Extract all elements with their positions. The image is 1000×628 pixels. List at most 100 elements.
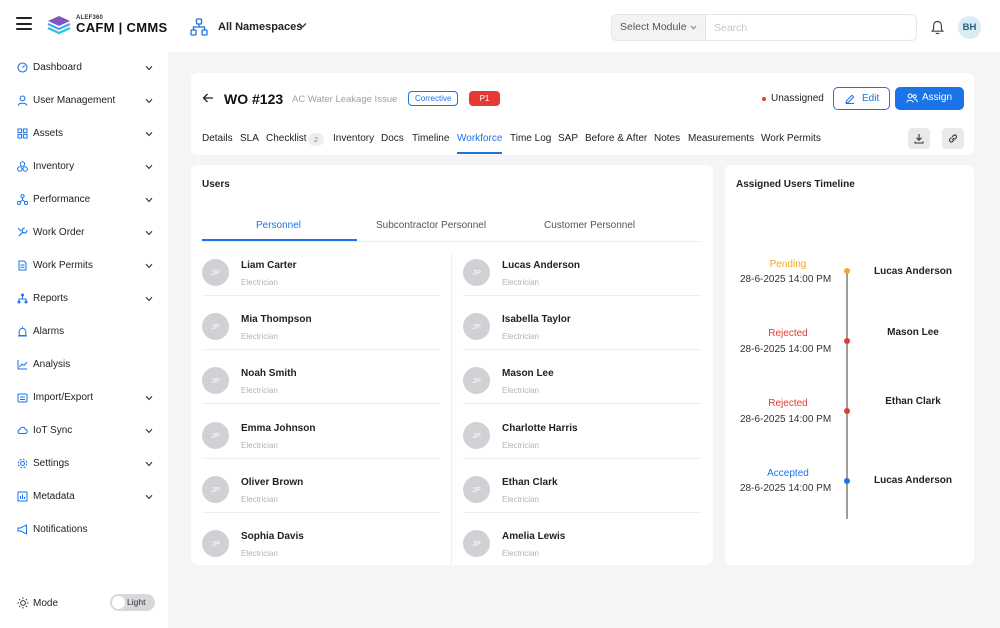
person-name: Emma Johnson xyxy=(241,423,316,434)
row-divider xyxy=(463,458,701,459)
download-icon xyxy=(914,134,924,144)
avatar: JP xyxy=(463,367,490,394)
tab-before-after[interactable]: Before & After xyxy=(585,133,647,144)
row-divider xyxy=(202,512,440,513)
person-role: Electrician xyxy=(502,386,539,395)
tab-personnel[interactable]: Personnel xyxy=(256,220,301,231)
sidebar-item-alarms[interactable]: Alarms xyxy=(17,322,159,342)
sidebar-item-reports[interactable]: Reports xyxy=(17,289,159,309)
grid-icon xyxy=(17,128,28,139)
sun-icon xyxy=(17,597,29,609)
chevron-down-icon xyxy=(145,494,153,500)
list-item[interactable]: JP Emma Johnson Electrician xyxy=(202,420,440,474)
chevron-down-icon xyxy=(145,395,153,401)
sidebar-item-iot-sync[interactable]: IoT Sync xyxy=(17,421,159,441)
chevron-down-icon xyxy=(145,164,153,170)
sidebar-item-label: Inventory xyxy=(33,161,75,172)
person-role: Electrician xyxy=(241,441,278,450)
chevron-down-icon xyxy=(145,197,153,203)
list-item[interactable]: JP Amelia Lewis Electrician xyxy=(463,528,701,582)
sidebar-item-work-permits[interactable]: Work Permits xyxy=(17,256,159,276)
bell-icon[interactable] xyxy=(931,20,944,35)
list-item[interactable]: JP Lucas Anderson Electrician xyxy=(463,257,701,311)
tab-measurements[interactable]: Measurements xyxy=(688,133,754,144)
sidebar-item-assets[interactable]: Assets xyxy=(17,124,159,144)
tab-timeline[interactable]: Timeline xyxy=(412,133,449,144)
search-input[interactable] xyxy=(714,15,910,40)
mode-value: Light xyxy=(127,597,146,607)
timeline-dot xyxy=(844,478,850,484)
edit-button[interactable]: Edit xyxy=(833,87,890,110)
chevron-down-icon xyxy=(145,263,153,269)
tab-work-permits[interactable]: Work Permits xyxy=(761,133,821,144)
person-name: Liam Carter xyxy=(241,260,297,271)
list-item[interactable]: JP Isabella Taylor Electrician xyxy=(463,311,701,365)
avatar[interactable]: BH xyxy=(958,16,981,39)
network-icon xyxy=(17,194,28,205)
tab-subcontractor-personnel[interactable]: Subcontractor Personnel xyxy=(376,220,486,231)
person-name: Lucas Anderson xyxy=(502,260,580,271)
avatar: JP xyxy=(463,259,490,286)
namespace-icon xyxy=(190,18,208,36)
sidebar-item-settings[interactable]: Settings xyxy=(17,454,159,474)
tab-docs[interactable]: Docs xyxy=(381,133,404,144)
mode-toggle[interactable]: Light xyxy=(110,594,155,611)
sidebar-item-dashboard[interactable]: Dashboard xyxy=(17,58,159,78)
sidebar-item-work-order[interactable]: Work Order xyxy=(17,223,159,243)
menu-icon[interactable] xyxy=(16,17,32,30)
list-item[interactable]: JP Mason Lee Electrician xyxy=(463,365,701,419)
list-item[interactable]: JP Sophia Davis Electrician xyxy=(202,528,440,582)
list-item[interactable]: JP Liam Carter Electrician xyxy=(202,257,440,311)
chevron-down-icon xyxy=(145,428,153,434)
logo-text: CAFM | CMMS xyxy=(76,20,168,35)
module-select-label: Select Module xyxy=(620,21,687,33)
row-divider xyxy=(463,295,701,296)
list-item[interactable]: JP Noah Smith Electrician xyxy=(202,365,440,419)
person-role: Electrician xyxy=(241,386,278,395)
avatar: JP xyxy=(202,476,229,503)
list-item[interactable]: JP Charlotte Harris Electrician xyxy=(463,420,701,474)
person-role: Electrician xyxy=(241,332,278,341)
row-divider xyxy=(463,403,701,404)
column-divider xyxy=(451,254,452,565)
person-name: Ethan Clark xyxy=(502,477,558,488)
tab-customer-personnel[interactable]: Customer Personnel xyxy=(544,220,635,231)
cloud-icon xyxy=(17,426,28,434)
tab-inventory[interactable]: Inventory xyxy=(333,133,374,144)
link-button[interactable] xyxy=(942,128,964,149)
person-name: Charlotte Harris xyxy=(502,423,578,434)
row-divider xyxy=(202,295,440,296)
avatar: JP xyxy=(202,422,229,449)
tab-notes[interactable]: Notes xyxy=(654,133,680,144)
tab-sap[interactable]: SAP xyxy=(558,133,578,144)
active-tab-underline xyxy=(457,152,502,154)
list-item[interactable]: JP Oliver Brown Electrician xyxy=(202,474,440,528)
avatar: JP xyxy=(202,367,229,394)
row-divider xyxy=(202,403,440,404)
download-button[interactable] xyxy=(908,128,930,149)
sidebar-item-analysis[interactable]: Analysis xyxy=(17,355,159,375)
alarm-icon xyxy=(18,326,27,337)
tab-checklist[interactable]: Checklist xyxy=(266,133,307,144)
chevron-down-icon[interactable] xyxy=(298,22,307,29)
sidebar-item-metadata[interactable]: Metadata xyxy=(17,487,159,507)
user-icon xyxy=(17,95,28,106)
list-item[interactable]: JP Mia Thompson Electrician xyxy=(202,311,440,365)
assign-button[interactable]: Assign xyxy=(895,87,964,110)
sidebar-item-user-management[interactable]: User Management xyxy=(17,91,159,111)
sidebar-item-performance[interactable]: Performance xyxy=(17,190,159,210)
tab-sla[interactable]: SLA xyxy=(240,133,259,144)
tab-workforce[interactable]: Workforce xyxy=(457,133,502,144)
tab-details[interactable]: Details xyxy=(202,133,233,144)
tab-time-log[interactable]: Time Log xyxy=(510,133,551,144)
chevron-down-icon[interactable] xyxy=(690,25,697,30)
avatar: JP xyxy=(463,313,490,340)
timeline-datetime: 28-6-2025 14:00 PM xyxy=(740,344,832,355)
sidebar-item-notifications[interactable]: Notifications xyxy=(17,520,159,540)
list-item[interactable]: JP Ethan Clark Electrician xyxy=(463,474,701,528)
timeline-dot xyxy=(844,268,850,274)
sidebar-item-import-export[interactable]: Import/Export xyxy=(17,388,159,408)
back-arrow-icon[interactable] xyxy=(202,93,214,103)
sidebar-item-inventory[interactable]: Inventory xyxy=(17,157,159,177)
namespace-selector[interactable]: All Namespaces xyxy=(218,21,302,33)
